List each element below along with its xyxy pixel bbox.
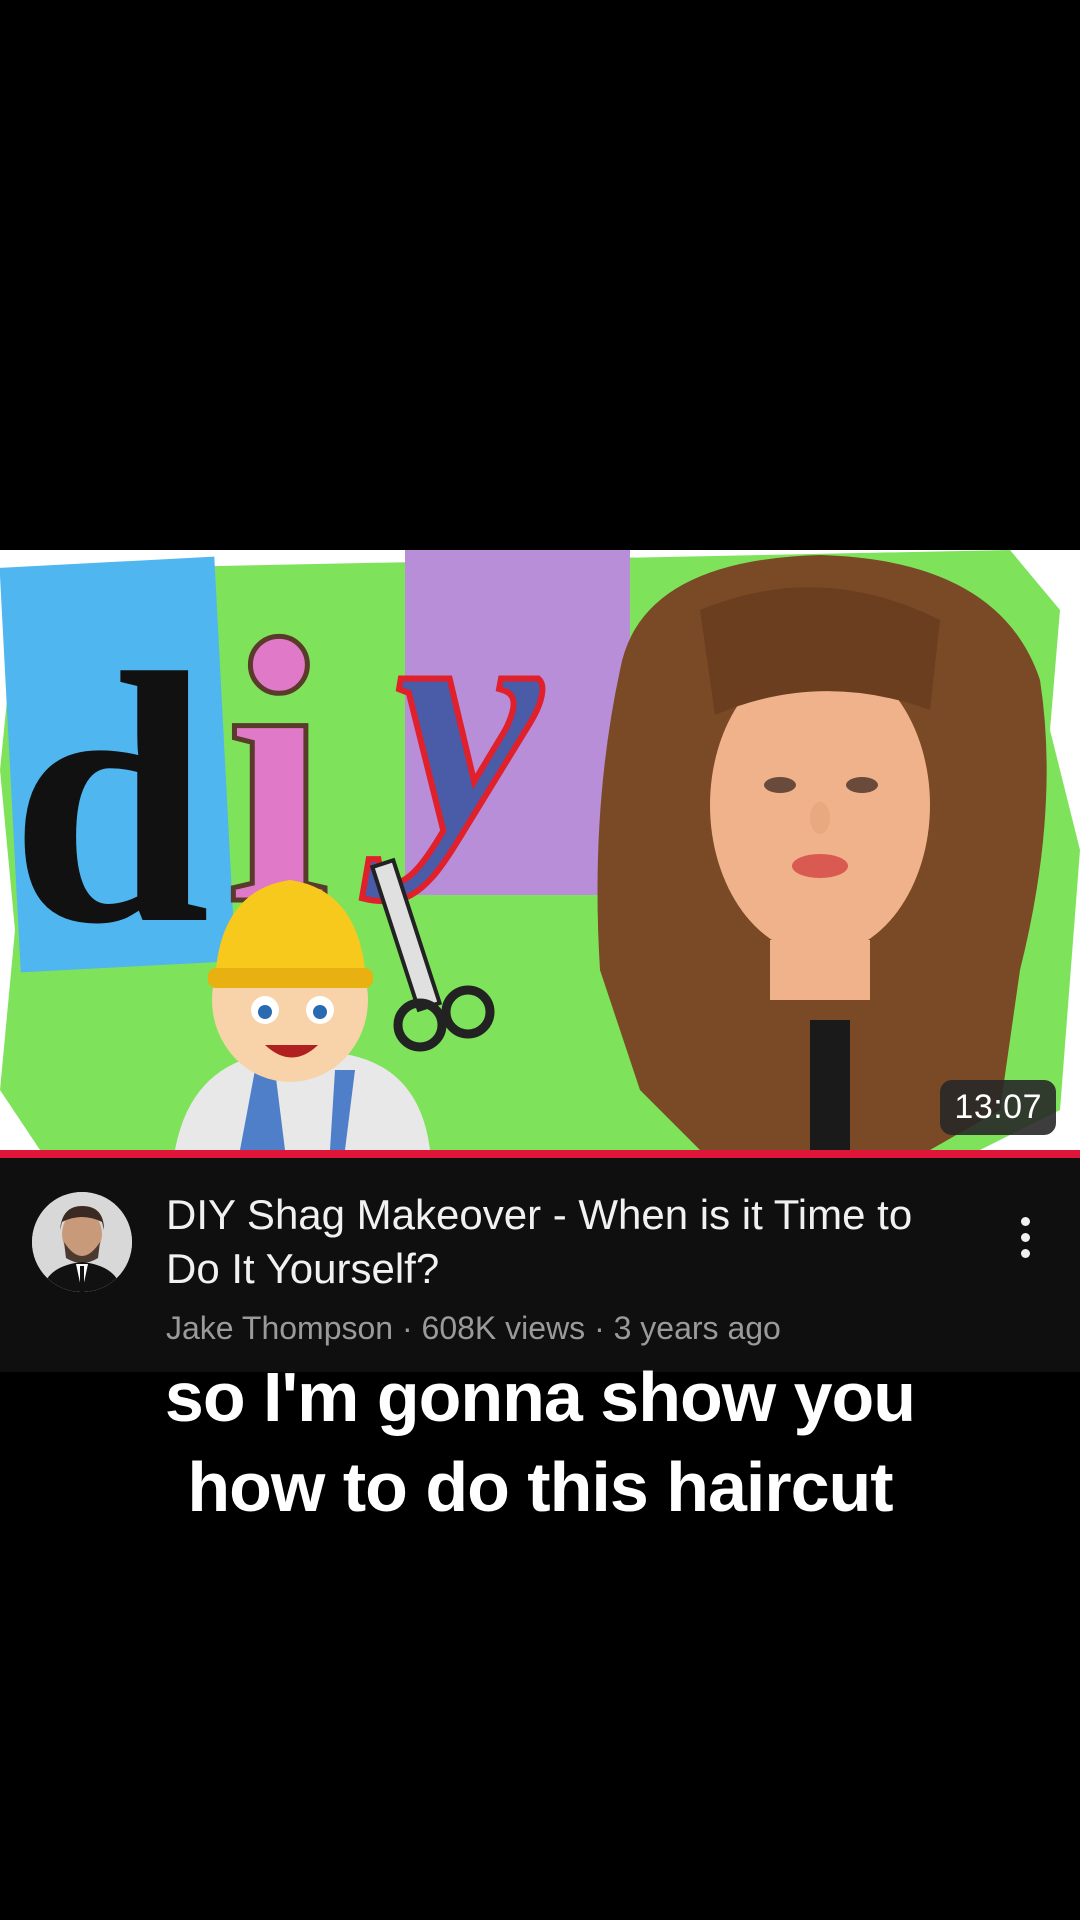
more-vertical-icon [1020,1232,1030,1242]
mannequin-head [597,555,1047,1150]
video-card[interactable]: d i y 13:07 DIY Shag Makeover - When is … [0,550,1080,1372]
thumbnail-artwork: d i y [0,550,1080,1150]
progress-fill [0,1150,1080,1158]
more-vertical-icon [1020,1248,1030,1258]
meta-separator: · [585,1310,614,1346]
view-count: 608K views [421,1310,586,1346]
video-thumbnail[interactable]: d i y 13:07 [0,550,1080,1150]
more-vertical-icon [1020,1216,1030,1226]
video-meta: Jake Thompson · 608K views · 3 years ago [166,1308,986,1348]
upload-age: 3 years ago [613,1310,781,1346]
meta-separator: · [393,1310,422,1346]
avatar-portrait [32,1192,132,1292]
caption-line: so I'm gonna show you [164,1358,916,1436]
caption-line: how to do this haircut [187,1448,893,1526]
progress-bar[interactable] [0,1150,1080,1158]
duration-badge: 13:07 [940,1080,1056,1135]
more-options-button[interactable] [1000,1202,1050,1272]
thumbnail-letter-d: d [10,599,210,998]
video-info: DIY Shag Makeover - When is it Time to D… [0,1158,1080,1372]
channel-name[interactable]: Jake Thompson [166,1310,393,1346]
subtitle-caption: so I'm gonna show you how to do this hai… [0,1352,1080,1532]
video-title[interactable]: DIY Shag Makeover - When is it Time to D… [166,1188,946,1296]
channel-avatar[interactable] [32,1192,132,1292]
